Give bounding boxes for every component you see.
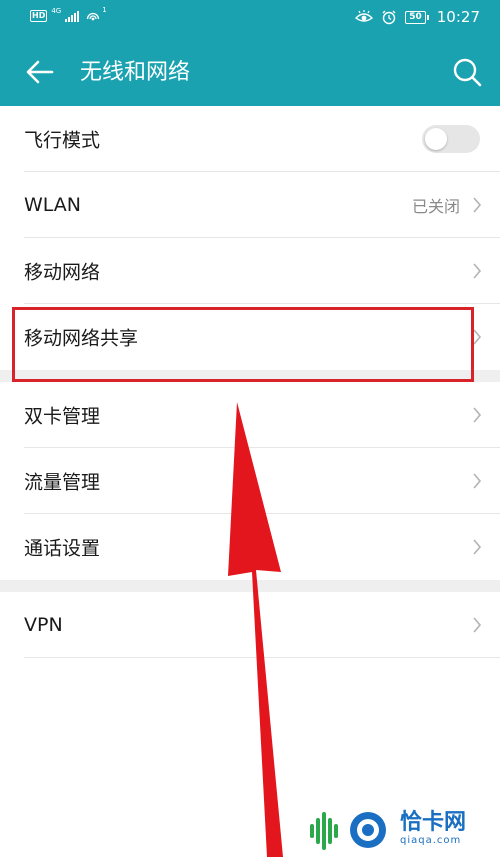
battery-icon: 50 bbox=[405, 10, 429, 24]
dual-sim-label: 双卡管理 bbox=[24, 405, 101, 428]
network-type-label: 4G bbox=[51, 7, 62, 15]
row-divider bbox=[24, 657, 500, 658]
chevron-right-icon bbox=[473, 539, 482, 555]
app-bar: 无线和网络 bbox=[0, 38, 500, 106]
search-icon[interactable] bbox=[450, 55, 484, 89]
chevron-right-icon bbox=[473, 473, 482, 489]
signal-strength-icon bbox=[65, 10, 80, 22]
status-right-icons: 50 10:27 bbox=[355, 8, 480, 26]
chevron-right-icon bbox=[473, 197, 482, 213]
watermark: 恰卡网 qiaqa.com bbox=[306, 806, 466, 852]
chevron-right-icon bbox=[473, 407, 482, 423]
status-bar: HD 4G 1 50 10:27 bbox=[0, 0, 500, 38]
wlan-label: WLAN bbox=[24, 194, 82, 216]
group-separator bbox=[0, 580, 500, 592]
watermark-name: 恰卡网 bbox=[400, 810, 467, 835]
data-usage-label: 流量管理 bbox=[24, 471, 101, 494]
clock-time: 10:27 bbox=[436, 8, 480, 26]
toggle-knob bbox=[425, 128, 447, 150]
vpn-row[interactable]: VPN bbox=[0, 592, 500, 658]
data-usage-row[interactable]: 流量管理 bbox=[0, 448, 500, 514]
airplane-mode-toggle[interactable] bbox=[422, 125, 480, 153]
watermark-text: 恰卡网 qiaqa.com bbox=[400, 811, 466, 847]
back-arrow-icon[interactable] bbox=[22, 54, 58, 90]
wlan-row[interactable]: WLAN 已关闭 bbox=[0, 172, 500, 238]
mobile-network-label: 移动网络 bbox=[24, 261, 101, 284]
eye-comfort-icon bbox=[355, 10, 374, 22]
vpn-label: VPN bbox=[24, 614, 63, 636]
status-left-icons: HD 4G 1 bbox=[30, 6, 109, 23]
call-settings-row[interactable]: 通话设置 bbox=[0, 514, 500, 580]
chevron-right-icon bbox=[473, 263, 482, 279]
watermark-logo-icon bbox=[310, 812, 386, 850]
highlight-box bbox=[12, 307, 474, 382]
dual-sim-row[interactable]: 双卡管理 bbox=[0, 382, 500, 448]
watermark-url: qiaqa.com bbox=[400, 835, 462, 846]
mobile-network-row[interactable]: 移动网络 bbox=[0, 238, 500, 304]
chevron-right-icon bbox=[473, 617, 482, 633]
airplane-mode-label: 飞行模式 bbox=[24, 129, 101, 152]
battery-level: 50 bbox=[405, 10, 426, 24]
hotspot-icon bbox=[87, 12, 100, 21]
hd-voice-badge: HD bbox=[30, 10, 48, 22]
call-settings-label: 通话设置 bbox=[24, 537, 101, 560]
hotspot-count: 1 bbox=[102, 6, 107, 14]
airplane-mode-row[interactable]: 飞行模式 bbox=[0, 106, 500, 172]
wlan-status-value: 已关闭 bbox=[411, 197, 460, 216]
page-title: 无线和网络 bbox=[80, 60, 191, 85]
alarm-icon bbox=[382, 10, 396, 25]
